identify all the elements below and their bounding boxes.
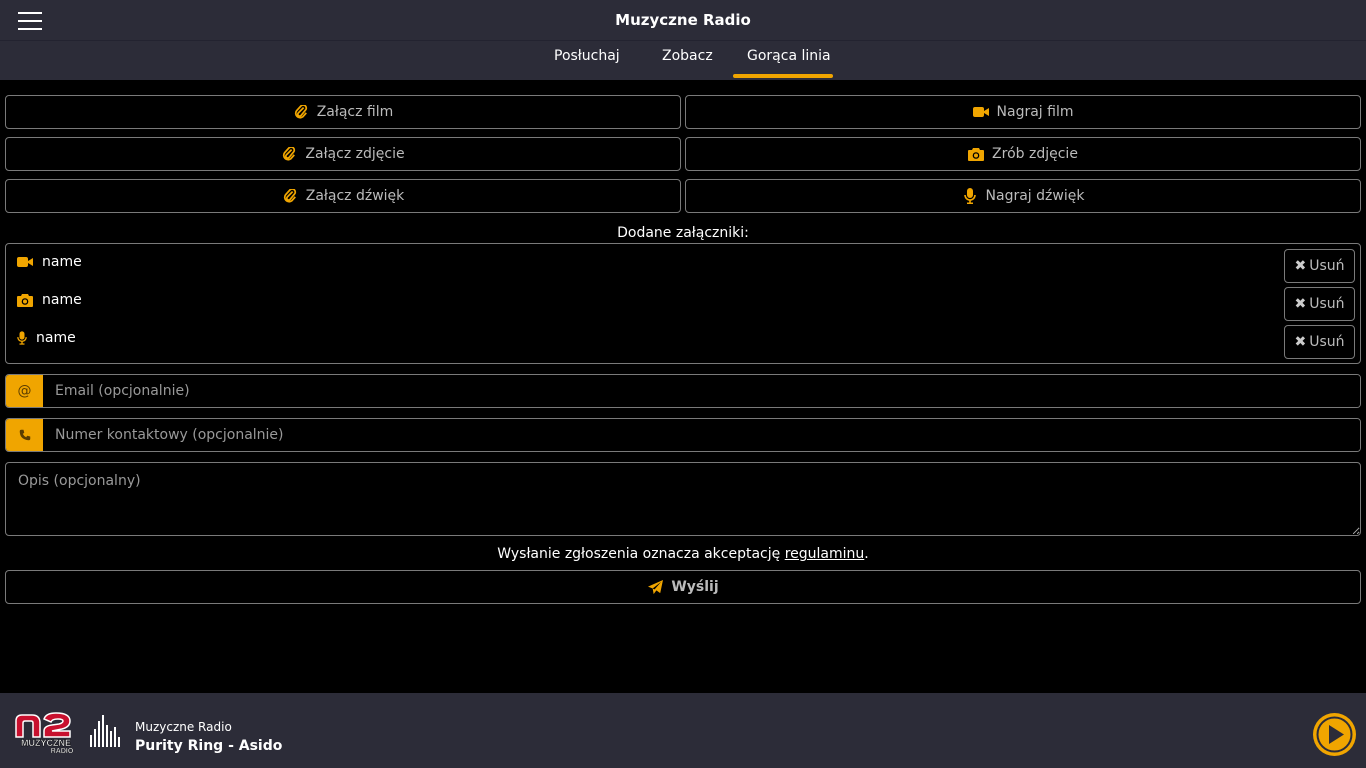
list-item: name	[16, 328, 76, 348]
terms-link[interactable]: regulaminu	[785, 546, 865, 562]
tab-hotline[interactable]: Gorąca linia	[747, 48, 831, 64]
record-sound-label: Nagraj dźwięk	[985, 188, 1085, 204]
attach-film-label: Załącz film	[316, 104, 394, 120]
phone-field[interactable]	[43, 419, 1360, 451]
attachments-heading: Dodane załączniki:	[617, 225, 749, 241]
remove-label: Usuń	[1309, 296, 1345, 312]
station-logo: MUZYCZNE RADIO	[12, 709, 78, 755]
attachments-list: name ✖ Usuń name ✖ Usuń name ✖ Usuń	[5, 243, 1361, 364]
list-item: name	[16, 252, 82, 272]
app-title: Muzyczne Radio	[615, 11, 751, 29]
close-icon: ✖	[1294, 296, 1307, 312]
attach-sound-label: Załącz dźwięk	[305, 188, 405, 204]
tab-bar: Posłuchaj Zobacz Gorąca linia	[0, 40, 1366, 80]
email-field[interactable]	[43, 375, 1360, 407]
video-camera-icon	[972, 104, 989, 120]
remove-attachment-button[interactable]: ✖ Usuń	[1284, 287, 1355, 321]
top-bar: Muzyczne Radio	[0, 0, 1366, 40]
video-camera-icon	[16, 254, 34, 270]
remove-attachment-button[interactable]: ✖ Usuń	[1284, 325, 1355, 359]
terms-notice: Wysłanie zgłoszenia oznacza akceptację r…	[0, 546, 1366, 562]
email-input-group: @	[5, 374, 1361, 408]
play-icon	[1316, 716, 1353, 753]
attach-photo-label: Załącz zdjęcie	[305, 146, 405, 162]
attach-sound-button[interactable]: Załącz dźwięk	[5, 179, 681, 213]
list-item: name	[16, 290, 82, 310]
send-label: Wyślij	[671, 579, 719, 595]
close-icon: ✖	[1294, 258, 1307, 274]
tab-listen[interactable]: Posłuchaj	[554, 48, 620, 64]
phone-icon	[6, 419, 43, 451]
record-film-button[interactable]: Nagraj film	[685, 95, 1361, 129]
microphone-icon	[962, 188, 978, 204]
paperclip-icon	[281, 146, 297, 162]
attachment-name: name	[36, 330, 76, 346]
attach-photo-button[interactable]: Załącz zdjęcie	[5, 137, 681, 171]
remove-attachment-button[interactable]: ✖ Usuń	[1284, 249, 1355, 283]
camera-icon	[968, 146, 985, 162]
at-sign-icon: @	[6, 375, 43, 407]
play-button[interactable]	[1313, 713, 1356, 756]
active-tab-indicator	[733, 74, 833, 78]
paperclip-icon	[282, 188, 298, 204]
take-photo-button[interactable]: Zrób zdjęcie	[685, 137, 1361, 171]
tab-watch[interactable]: Zobacz	[662, 48, 713, 64]
terms-text: Wysłanie zgłoszenia oznacza akceptację	[497, 546, 781, 562]
svg-text:MUZYCZNE: MUZYCZNE	[21, 738, 71, 748]
send-button[interactable]: Wyślij	[5, 570, 1361, 604]
svg-text:RADIO: RADIO	[51, 748, 74, 753]
remove-label: Usuń	[1309, 334, 1345, 350]
station-name: Muzyczne Radio	[135, 720, 232, 734]
record-sound-button[interactable]: Nagraj dźwięk	[685, 179, 1361, 213]
attach-film-button[interactable]: Załącz film	[5, 95, 681, 129]
phone-input-group	[5, 418, 1361, 452]
paperclip-icon	[293, 104, 309, 120]
paper-plane-icon	[647, 579, 663, 595]
player-bar: MUZYCZNE RADIO Muzyczne Radio Purity Rin…	[0, 693, 1366, 768]
terms-period: .	[864, 546, 869, 562]
track-title: Purity Ring - Asido	[135, 738, 283, 754]
record-film-label: Nagraj film	[996, 104, 1074, 120]
camera-icon	[16, 292, 34, 308]
equalizer-icon	[90, 713, 120, 747]
attachment-name: name	[42, 254, 82, 270]
attachment-name: name	[42, 292, 82, 308]
description-field[interactable]	[5, 462, 1361, 536]
take-photo-label: Zrób zdjęcie	[992, 146, 1078, 162]
remove-label: Usuń	[1309, 258, 1345, 274]
microphone-icon	[16, 330, 28, 346]
close-icon: ✖	[1294, 334, 1307, 350]
